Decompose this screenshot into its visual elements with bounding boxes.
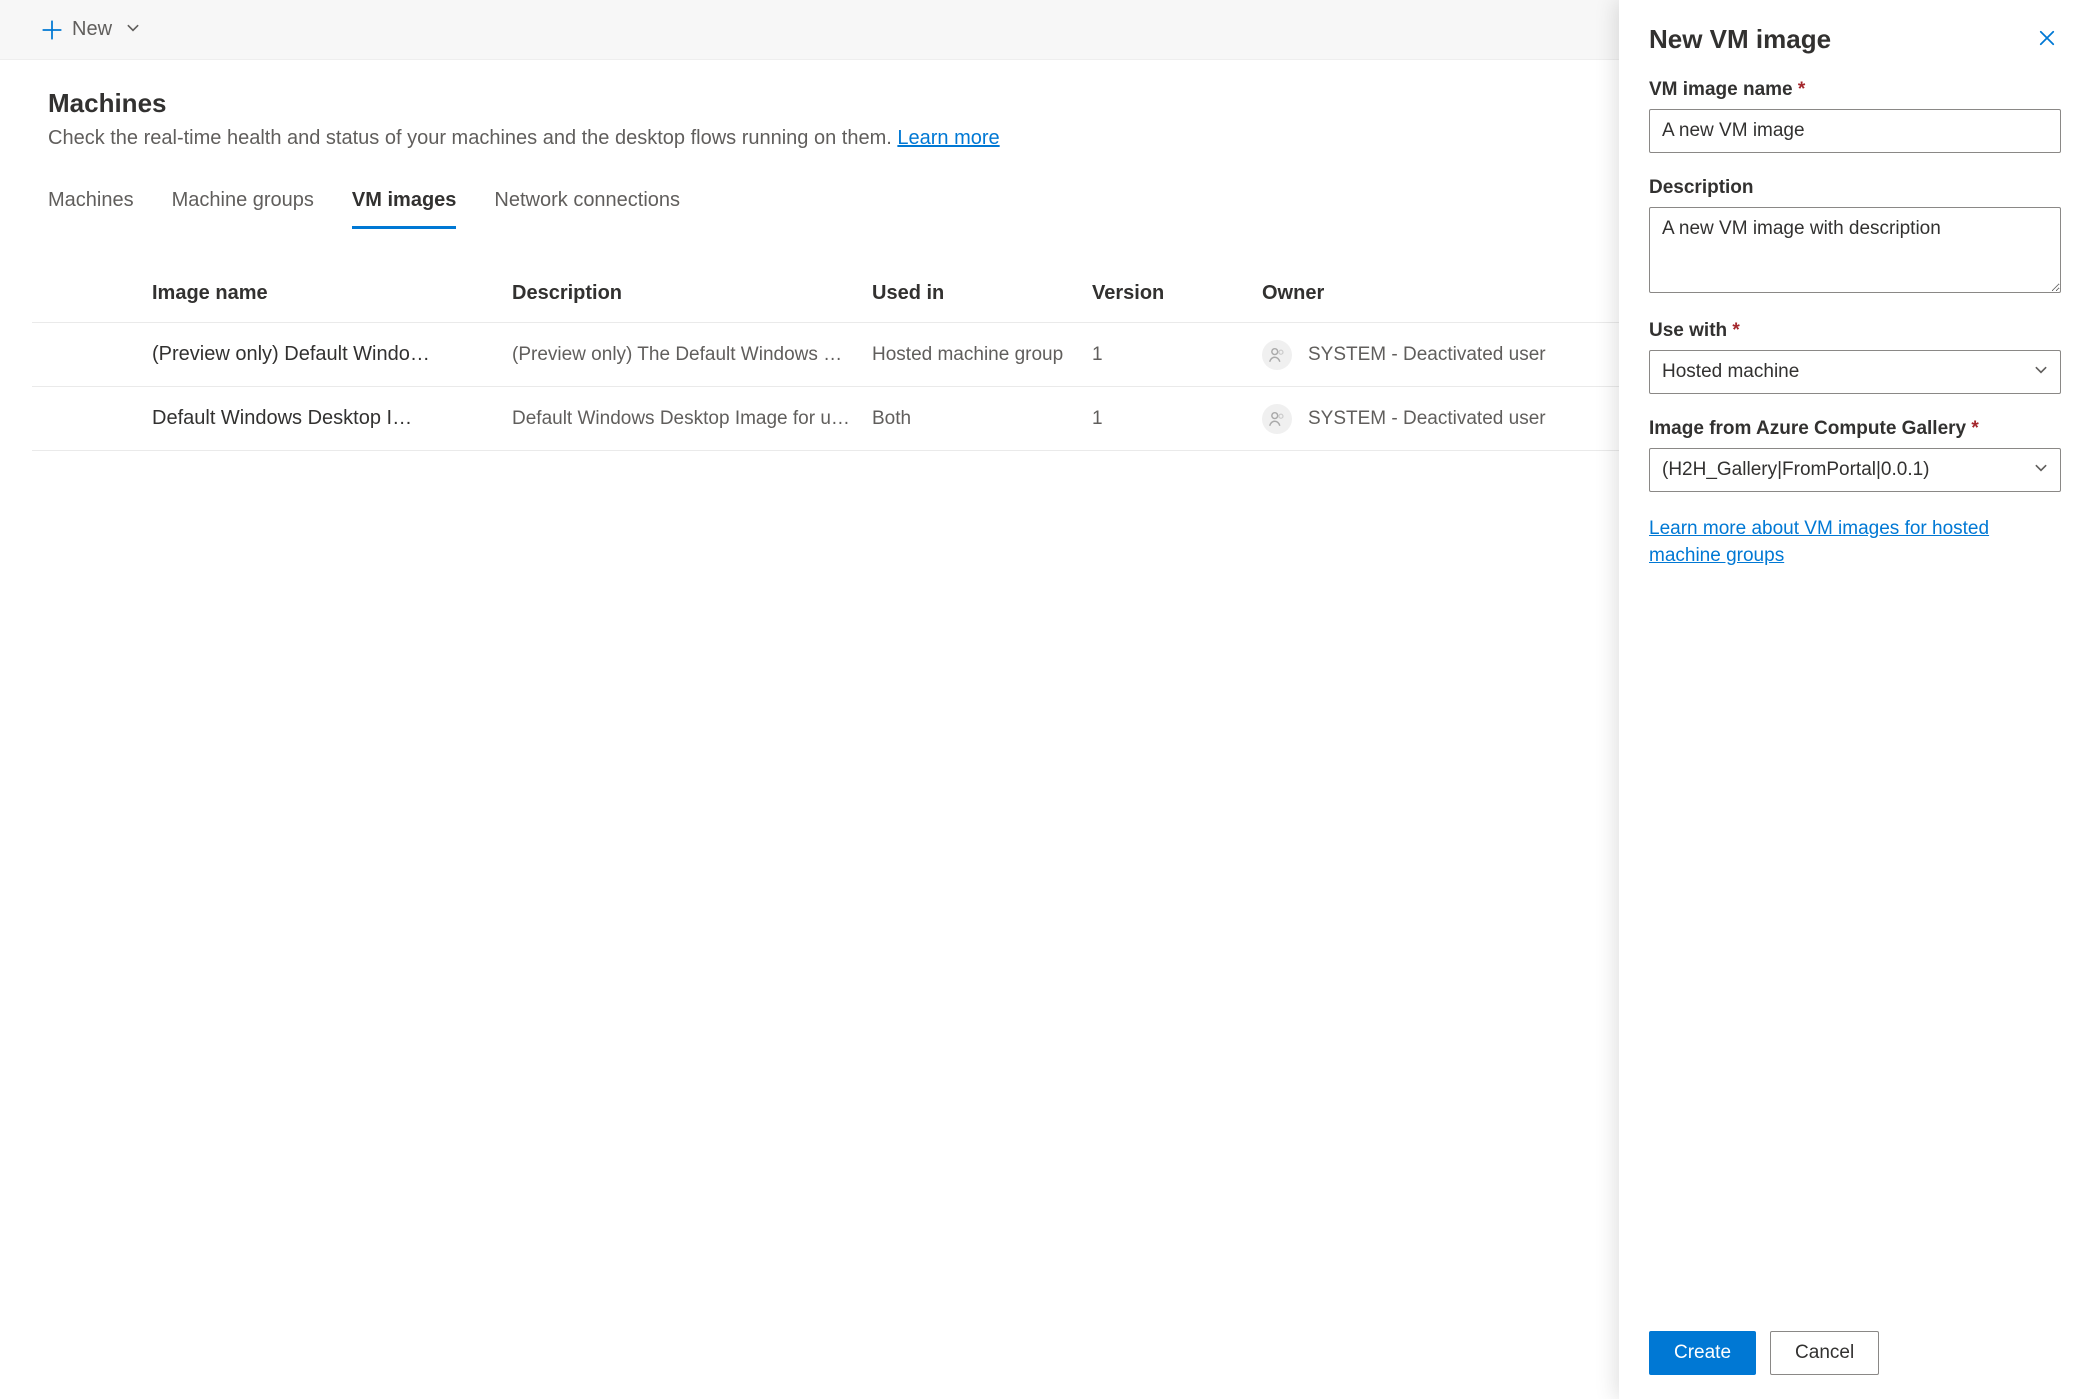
cell-description: (Preview only) The Default Windows Desk… (512, 344, 872, 366)
tab-network-connections[interactable]: Network connections (494, 189, 680, 229)
col-header-description[interactable]: Description (512, 282, 872, 305)
user-icon (1262, 404, 1292, 434)
use-with-value: Hosted machine (1662, 361, 1799, 383)
description-label: Description (1649, 177, 2061, 199)
field-vm-image-name: VM image name (1649, 79, 2061, 153)
cancel-button[interactable]: Cancel (1770, 1331, 1879, 1375)
vm-image-name-label: VM image name (1649, 79, 2061, 101)
use-with-select[interactable]: Hosted machine (1649, 350, 2061, 394)
close-button[interactable] (2033, 24, 2061, 55)
tab-machine-groups[interactable]: Machine groups (172, 189, 314, 229)
gallery-label: Image from Azure Compute Gallery (1649, 418, 2061, 440)
cell-description: Default Windows Desktop Image for use i… (512, 408, 872, 430)
cell-image-name: (Preview only) Default Windo… (152, 343, 512, 366)
chevron-down-icon (2034, 459, 2048, 481)
gallery-value: (H2H_Gallery|FromPortal|0.0.1) (1662, 459, 1930, 481)
create-button[interactable]: Create (1649, 1331, 1756, 1375)
plus-icon (42, 20, 62, 40)
cell-image-name: Default Windows Desktop I… (152, 407, 512, 430)
gallery-select[interactable]: (H2H_Gallery|FromPortal|0.0.1) (1649, 448, 2061, 492)
page-subtitle-text: Check the real-time health and status of… (48, 127, 897, 149)
panel-header: New VM image (1649, 24, 2061, 55)
user-icon (1262, 340, 1292, 370)
cell-version: 1 (1092, 344, 1262, 366)
new-button[interactable]: New (42, 18, 140, 41)
cell-version: 1 (1092, 408, 1262, 430)
field-gallery-image: Image from Azure Compute Gallery (H2H_Ga… (1649, 418, 2061, 492)
vm-image-name-input[interactable] (1649, 109, 2061, 153)
cell-used-in: Hosted machine group (872, 344, 1092, 366)
chevron-down-icon (126, 18, 140, 41)
chevron-down-icon (2034, 361, 2048, 383)
field-description: Description (1649, 177, 2061, 296)
col-header-used-in[interactable]: Used in (872, 282, 1092, 305)
description-textarea[interactable] (1649, 207, 2061, 293)
learn-more-vm-images-link[interactable]: Learn more about VM images for hosted ma… (1649, 516, 2061, 569)
tab-machines[interactable]: Machines (48, 189, 134, 229)
close-icon (2037, 35, 2057, 51)
cell-owner-text: SYSTEM - Deactivated user (1308, 344, 1546, 366)
new-vm-image-panel: New VM image VM image name Description U… (1619, 0, 2091, 1399)
use-with-label: Use with (1649, 320, 2061, 342)
panel-footer: Create Cancel (1649, 1311, 2061, 1375)
panel-title: New VM image (1649, 24, 1831, 55)
tab-vm-images[interactable]: VM images (352, 189, 456, 229)
col-header-version[interactable]: Version (1092, 282, 1262, 305)
cell-used-in: Both (872, 408, 1092, 430)
cell-owner-text: SYSTEM - Deactivated user (1308, 408, 1546, 430)
new-button-label: New (72, 18, 112, 41)
learn-more-link[interactable]: Learn more (897, 127, 999, 149)
field-use-with: Use with Hosted machine (1649, 320, 2061, 394)
col-header-name[interactable]: Image name (152, 282, 512, 305)
